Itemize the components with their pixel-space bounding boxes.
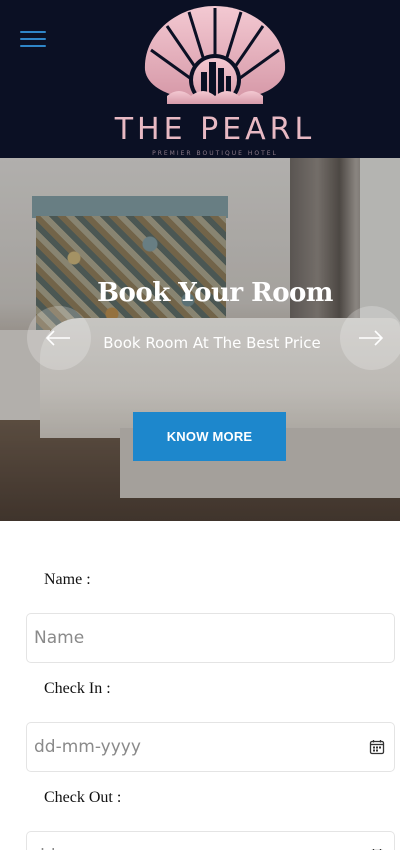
brand-name: THE PEARL <box>114 112 316 147</box>
check-out-field-wrapper <box>26 831 395 850</box>
name-field-wrapper <box>26 613 395 663</box>
check-in-field-wrapper <box>26 722 395 772</box>
prev-slide-button[interactable] <box>27 306 91 370</box>
hero-title: Book Your Room <box>97 278 333 308</box>
hero-slider: Book Your Room Book Room At The Best Pri… <box>0 158 400 521</box>
brand-logo[interactable]: THE PEARL PREMIER BOUTIQUE HOTEL <box>100 0 330 158</box>
check-out-label: Check Out : <box>44 789 122 806</box>
hamburger-menu-icon[interactable] <box>20 30 46 48</box>
check-in-label: Check In : <box>44 680 111 697</box>
calendar-icon[interactable] <box>369 739 385 755</box>
next-slide-button[interactable] <box>340 306 400 370</box>
shell-city-logo-icon <box>144 6 286 106</box>
brand-tagline: PREMIER BOUTIQUE HOTEL <box>152 150 278 157</box>
arrow-right-icon <box>359 330 384 346</box>
arrow-left-icon <box>45 330 70 346</box>
know-more-button[interactable]: KNOW MORE <box>133 412 286 461</box>
check-in-input[interactable] <box>34 723 394 771</box>
site-header: THE PEARL PREMIER BOUTIQUE HOTEL <box>0 0 400 158</box>
check-out-input[interactable] <box>34 832 394 850</box>
name-input[interactable] <box>34 614 394 662</box>
name-label: Name : <box>44 571 91 588</box>
